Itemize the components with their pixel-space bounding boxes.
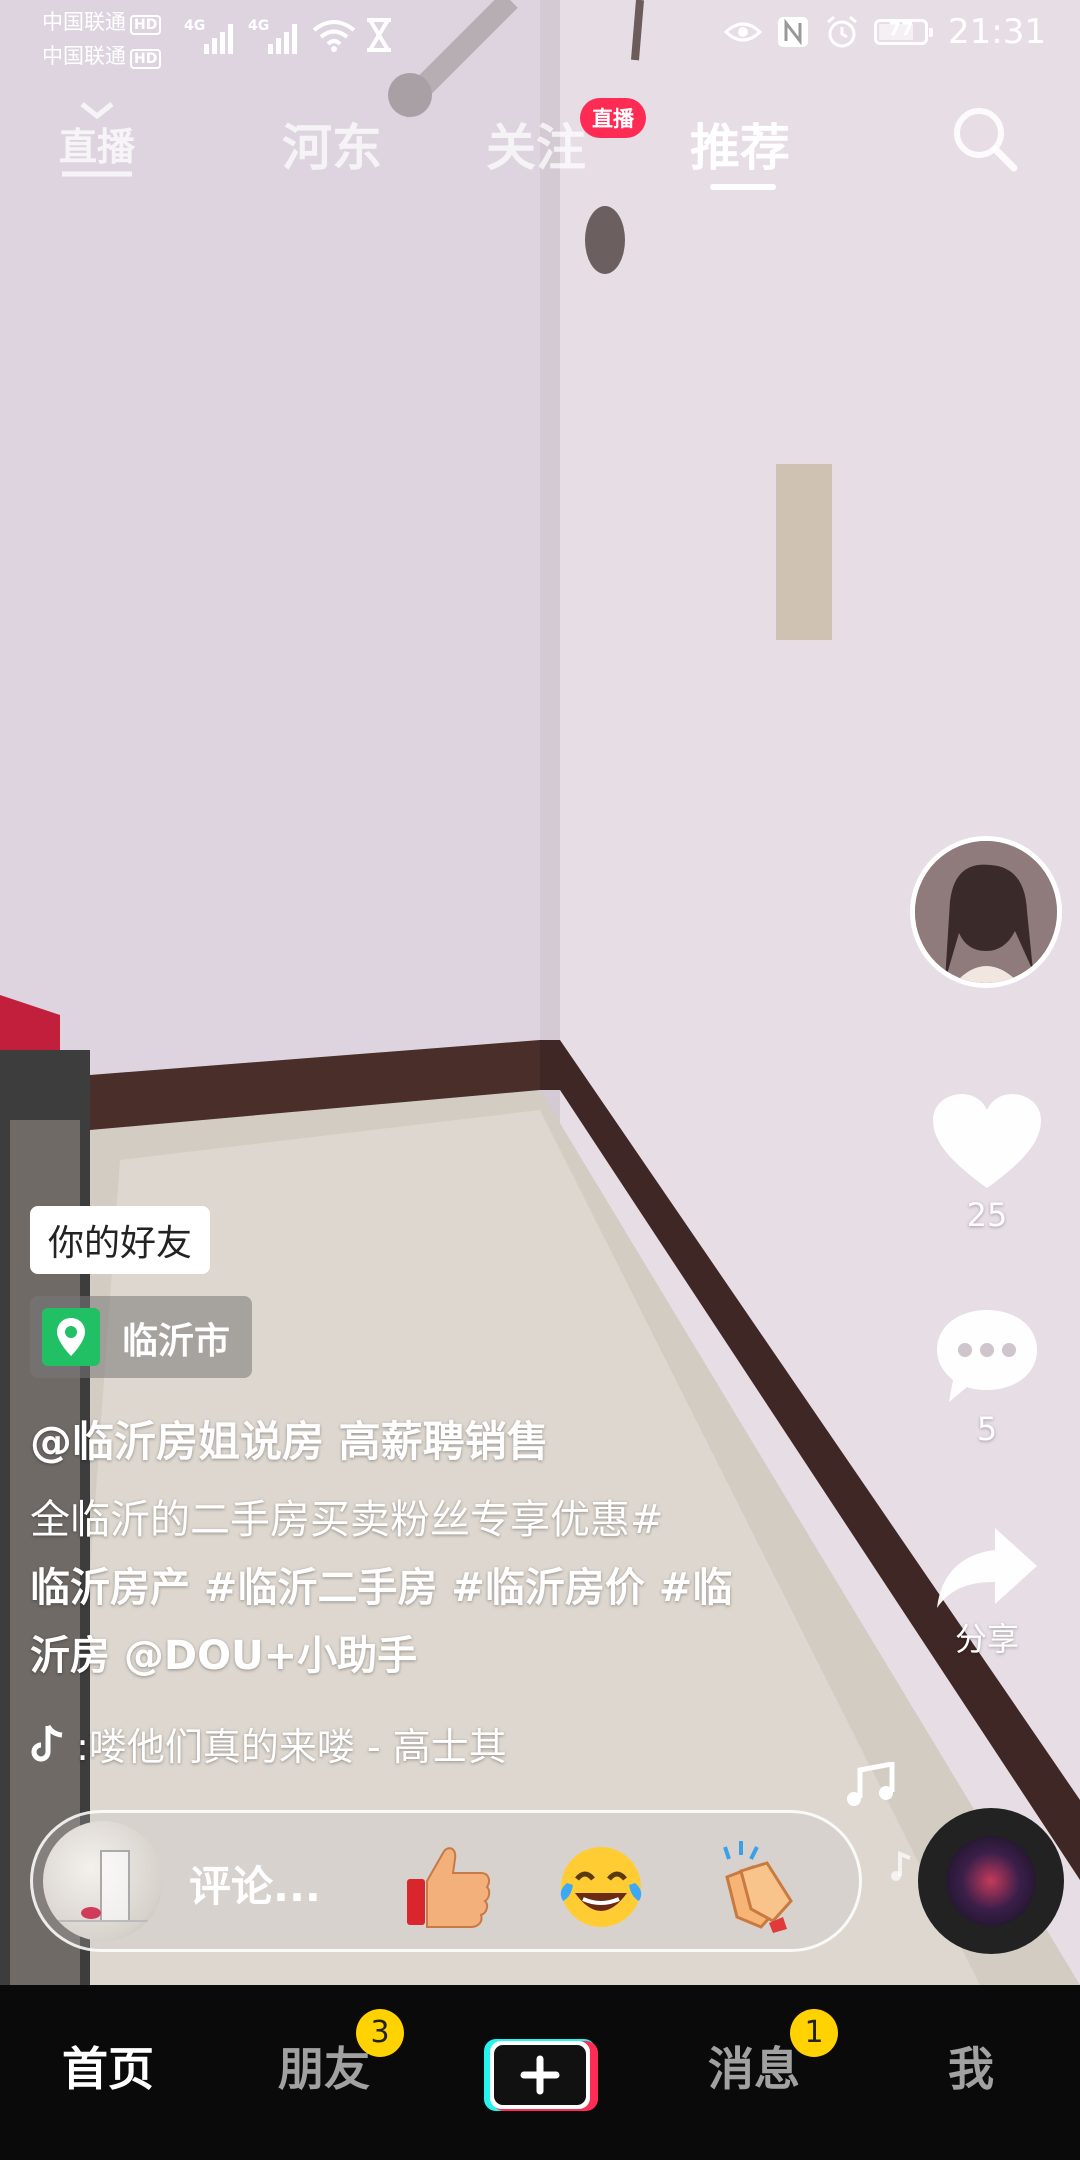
share-label: 分享 bbox=[954, 1620, 1019, 1658]
music-note-icon bbox=[847, 1762, 895, 1806]
carrier-name: 中国联通 bbox=[42, 44, 126, 68]
comment-bar[interactable]: 评论... bbox=[30, 1810, 862, 1952]
live-label: 直播 bbox=[59, 125, 136, 169]
live-entry-button[interactable]: 直播 bbox=[58, 100, 136, 180]
hd-badge: HD bbox=[130, 49, 162, 69]
nav-me[interactable]: 我 bbox=[948, 2033, 994, 2099]
music-disc-button[interactable] bbox=[918, 1808, 1064, 1954]
comment-icon bbox=[937, 1310, 1037, 1402]
messages-badge: 1 bbox=[790, 2009, 838, 2057]
nav-messages[interactable]: 消息 bbox=[708, 2033, 800, 2099]
share-arrow-icon bbox=[937, 1528, 1037, 1608]
live-badge: 直播 bbox=[580, 98, 646, 138]
nav-home[interactable]: 首页 bbox=[62, 2033, 154, 2099]
carrier-line-1: 中国联通 HD bbox=[42, 6, 162, 36]
author-name[interactable]: @临沂房姐说房 高薪聘销售 bbox=[30, 1408, 549, 1469]
tab-local[interactable]: 河东 bbox=[282, 108, 382, 180]
comment-count: 5 bbox=[976, 1410, 998, 1448]
video-feed-screen[interactable]: 中国联通 HD 中国联通 HD 4G 4G 77 21:31 直播 河东 关注 … bbox=[0, 0, 1080, 2160]
carrier-name: 中国联通 bbox=[42, 10, 126, 34]
location-label: 临沂市 bbox=[122, 1321, 231, 1362]
active-tab-indicator bbox=[710, 184, 776, 190]
clapping-hands-emoji[interactable] bbox=[707, 1837, 803, 1933]
network-label: 4G bbox=[248, 18, 269, 34]
comment-button[interactable]: 5 bbox=[922, 1306, 1052, 1448]
caption-hashtags[interactable]: 临沂房产 #临沂二手房 #临沂房价 #临 bbox=[30, 1554, 790, 1622]
battery-icon: 77 bbox=[874, 19, 934, 45]
plus-icon bbox=[484, 2039, 598, 2111]
network-label: 4G bbox=[184, 18, 205, 34]
music-title: :喽他们真的来喽 - 高士其 bbox=[76, 1725, 507, 1769]
nfc-icon bbox=[778, 17, 809, 47]
wifi-icon bbox=[312, 18, 356, 56]
create-post-button[interactable] bbox=[480, 2035, 600, 2115]
alarm-icon bbox=[827, 15, 857, 48]
hourglass-icon bbox=[364, 18, 394, 56]
tab-recommended[interactable]: 推荐 bbox=[690, 108, 790, 180]
friends-badge: 3 bbox=[356, 2009, 404, 2057]
tab-following[interactable]: 关注 bbox=[486, 108, 586, 180]
carrier-line-2: 中国联通 HD bbox=[42, 40, 162, 70]
tiktok-note-icon bbox=[31, 1724, 63, 1762]
hd-badge: HD bbox=[130, 15, 162, 35]
eye-icon bbox=[724, 22, 763, 42]
author-avatar[interactable] bbox=[910, 836, 1062, 988]
heart-icon bbox=[933, 1094, 1041, 1188]
friend-tag: 你的好友 bbox=[30, 1206, 211, 1274]
music-disc-cover bbox=[946, 1836, 1036, 1926]
small-music-note-icon bbox=[891, 1851, 911, 1881]
live-tv-icon: 直播 bbox=[59, 102, 136, 177]
status-right: 77 21:31 bbox=[724, 12, 1046, 52]
thumbs-up-emoji[interactable] bbox=[399, 1837, 495, 1933]
tears-of-joy-emoji[interactable] bbox=[553, 1837, 649, 1933]
post-caption[interactable]: 全临沂的二手房买卖粉丝专享优惠# 临沂房产 #临沂二手房 #临沂房价 #临 沂房… bbox=[30, 1486, 790, 1690]
search-button[interactable] bbox=[950, 104, 1020, 174]
signal-icon: 4G bbox=[248, 14, 308, 60]
clock: 21:31 bbox=[948, 12, 1046, 52]
music-info[interactable]: :喽他们真的来喽 - 高士其 bbox=[30, 1716, 507, 1771]
comment-input[interactable]: 评论... bbox=[189, 1853, 321, 1914]
caption-hashtags[interactable]: 沂房 @DOU+小助手 bbox=[30, 1622, 790, 1690]
battery-percent: 77 bbox=[888, 19, 914, 40]
search-icon bbox=[954, 108, 1018, 172]
location-pin-icon bbox=[42, 1308, 100, 1366]
share-button[interactable]: 分享 bbox=[922, 1526, 1052, 1660]
nav-friends[interactable]: 朋友 bbox=[278, 2033, 370, 2099]
location-chip[interactable]: 临沂市 bbox=[30, 1296, 252, 1378]
avatar-image bbox=[915, 841, 1057, 983]
caption-line: 全临沂的二手房买卖粉丝专享优惠# bbox=[30, 1497, 664, 1543]
like-button[interactable]: 25 bbox=[922, 1092, 1052, 1234]
status-bar: 中国联通 HD 中国联通 HD 4G 4G 77 21:31 bbox=[0, 0, 1080, 72]
like-count: 25 bbox=[966, 1196, 1008, 1234]
comment-thumbnail bbox=[43, 1821, 163, 1941]
signal-icon: 4G bbox=[184, 14, 244, 60]
